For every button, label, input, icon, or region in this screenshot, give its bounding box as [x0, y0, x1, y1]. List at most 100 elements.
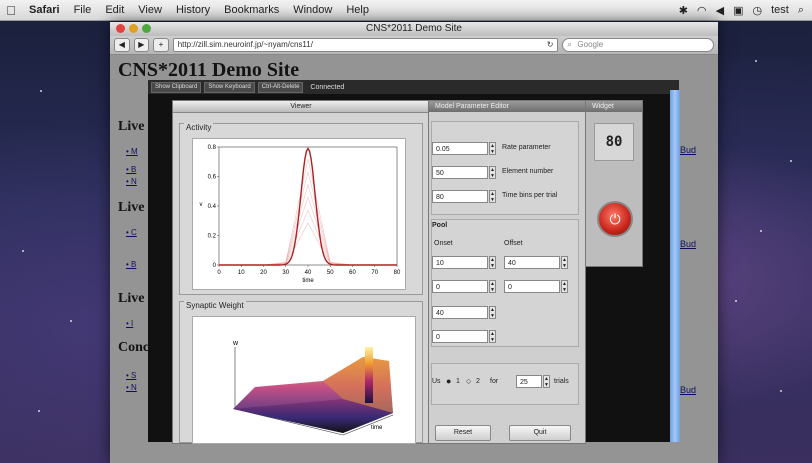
show-keyboard-button[interactable]: Show Keyboard [204, 81, 255, 93]
zoom-window-button[interactable] [142, 24, 151, 33]
viewer-title[interactable]: Viewer [173, 101, 429, 113]
x-tick-label: 10 [238, 270, 245, 276]
pool-input-4[interactable]: 0 [432, 330, 488, 343]
option-2-label: 2 [476, 378, 480, 385]
activity-label: Activity [184, 123, 214, 132]
onset-spinner-1[interactable]: ▲ ▼ [489, 256, 496, 269]
series-line [219, 147, 397, 266]
menu-view[interactable]: View [131, 4, 169, 16]
parameter-panel-title[interactable]: Model Parameter Editor [429, 101, 585, 112]
menu-bookmarks[interactable]: Bookmarks [217, 4, 286, 16]
address-bar[interactable]: http://zill.sim.neuroinf.jp/~nyam/cns11/… [172, 38, 559, 52]
trials-spinner[interactable]: ▲ ▼ [543, 375, 550, 388]
menu-app-safari[interactable]: Safari [22, 4, 67, 16]
offset-spinner-1[interactable]: ▲ ▼ [561, 256, 568, 269]
lightbox-scrollbar[interactable] [670, 90, 680, 442]
option-1-radio[interactable]: ● [446, 376, 451, 386]
x-tick-label: 70 [371, 270, 378, 276]
menu-window[interactable]: Window [286, 4, 339, 16]
forward-button[interactable]: ▶ [133, 38, 150, 52]
trace-line [219, 209, 397, 266]
menubar-username[interactable]: test [771, 4, 789, 16]
for-label: for [490, 378, 499, 385]
widget-title[interactable]: Widget [586, 101, 642, 112]
onset-input-1[interactable]: 10 [432, 256, 488, 269]
x-tick-label: 30 [282, 270, 289, 276]
wifi-icon[interactable]: ◠ [697, 4, 707, 17]
menu-history[interactable]: History [169, 4, 217, 16]
pool-spinner-3[interactable]: ▲ ▼ [489, 306, 496, 319]
model-group: 0.05 ▲ ▼ Rate parameter 50 ▲ ▼ Element num… [431, 121, 579, 215]
onset-label: Onset [434, 240, 453, 247]
back-button[interactable]: ◀ [114, 38, 130, 52]
offset-spinner-2[interactable]: ▲ ▼ [561, 280, 568, 293]
rate-parameter-input[interactable]: 0.05 [432, 142, 488, 155]
reset-button[interactable]: Reset [435, 425, 491, 441]
power-button[interactable]: ⏻ [597, 201, 633, 237]
offset-input-2[interactable]: 0 [504, 280, 560, 293]
pool-group: Pool Onset Offset 10 ▲ ▼ 40 ▲ ▼ 0 ▲ ▼ 0 ▲ ▼ … [431, 219, 579, 347]
back-arrow-icon: ◀ [118, 40, 125, 49]
trials-input[interactable]: 25 [516, 375, 542, 388]
element-number-input[interactable]: 50 [432, 166, 488, 179]
display-icon[interactable]: ▣ [733, 4, 743, 17]
search-field[interactable]: ⌕ Google [562, 38, 714, 52]
spotlight-icon[interactable]: ⌕ [798, 4, 804, 17]
trace-line [219, 171, 397, 266]
x-tick-label: 0 [217, 270, 221, 276]
bluetooth-icon[interactable]: ✱ [679, 4, 688, 17]
menu-edit[interactable]: Edit [98, 4, 131, 16]
time-bins-input[interactable]: 80 [432, 190, 488, 203]
y-tick-label: 0.2 [208, 234, 217, 240]
trial-group: Us ● 1 ○ 2 for 25 ▲ ▼ trials [431, 363, 579, 405]
option-2-radio[interactable]: ○ [466, 376, 471, 386]
x-tick-label: 20 [260, 270, 267, 276]
y-tick-label: 0 [213, 263, 217, 269]
menubar:  Safari File Edit View History Bookmark… [0, 0, 812, 21]
plot-frame [218, 146, 398, 266]
element-spinner[interactable]: ▲ ▼ [489, 166, 496, 179]
add-bookmark-button[interactable]: + [153, 38, 169, 52]
offset-label: Offset [504, 240, 523, 247]
onset-spinner-2[interactable]: ▲ ▼ [489, 280, 496, 293]
trace-line [219, 158, 397, 266]
minimize-window-button[interactable] [129, 24, 138, 33]
volume-icon[interactable]: ◀ [716, 4, 724, 17]
close-window-button[interactable] [116, 24, 125, 33]
clock-icon[interactable]: ◷ [752, 4, 762, 17]
trace-line [219, 196, 397, 266]
power-icon: ⏻ [609, 211, 621, 227]
reload-icon[interactable]: ↻ [547, 39, 554, 51]
widget-panel: Widget 80 ⏻ [585, 100, 643, 267]
rate-parameter-label: Rate parameter [502, 144, 551, 151]
y-axis-label: v [200, 202, 203, 208]
window-titlebar[interactable]: CNS*2011 Demo Site [110, 22, 718, 36]
x-axis-label: time [302, 278, 314, 284]
parameter-panel: Model Parameter Editor 0.05 ▲ ▼ Rate para… [428, 100, 586, 444]
address-url: http://zill.sim.neuroinf.jp/~nyam/cns11/ [177, 40, 313, 49]
counter-display: 80 [594, 123, 634, 161]
synaptic-weight-surface: w time [232, 340, 394, 436]
trials-label: trials [554, 378, 569, 385]
trace-line [219, 222, 397, 266]
time-bins-spinner[interactable]: ▲ ▼ [489, 190, 496, 203]
menubar-extras: ✱ ◠ ◀ ▣ ◷ test ⌕ [679, 4, 812, 17]
surface-w-axis-label: w [232, 340, 239, 347]
x-tick-label: 60 [349, 270, 356, 276]
search-placeholder: Google [577, 40, 604, 49]
pool-spinner-4[interactable]: ▲ ▼ [489, 330, 496, 343]
activity-plot: 0 10 20 30 40 50 60 70 80 0 0.2 0.4 0.6 0.8 time v [192, 138, 406, 290]
pool-input-3[interactable]: 40 [432, 306, 488, 319]
onset-input-2[interactable]: 0 [432, 280, 488, 293]
synaptic-weight-label: Synaptic Weight [184, 301, 246, 310]
window-title: CNS*2011 Demo Site [366, 23, 462, 34]
menu-help[interactable]: Help [339, 4, 376, 16]
apple-menu-icon[interactable]:  [0, 3, 22, 18]
menu-file[interactable]: File [67, 4, 99, 16]
rate-spinner[interactable]: ▲ ▼ [489, 142, 496, 155]
quit-button[interactable]: Quit [509, 425, 571, 441]
show-clipboard-button[interactable]: Show Clipboard [151, 81, 202, 93]
offset-input-1[interactable]: 40 [504, 256, 560, 269]
ctrl-alt-delete-button[interactable]: Ctrl-Alt-Delete [257, 81, 304, 93]
viewer-panel: Viewer Activity 0 10 20 30 40 50 60 70 80 0 0.2 0.4… [172, 100, 430, 444]
